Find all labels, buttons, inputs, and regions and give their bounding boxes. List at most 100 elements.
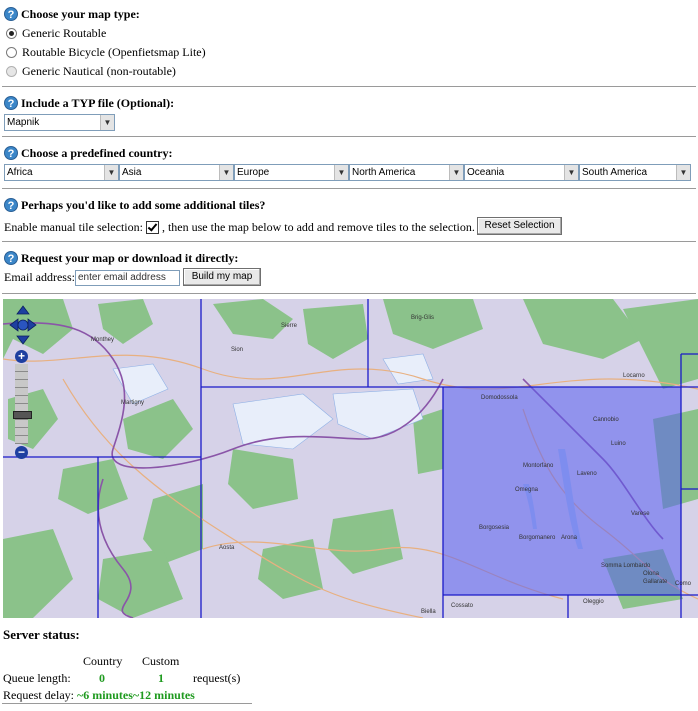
tiles-row: Enable manual tile selection: , then use… <box>4 219 475 235</box>
zoom-slider[interactable] <box>15 364 28 444</box>
chevron-down-icon[interactable]: ▼ <box>449 165 463 180</box>
pan-up-icon[interactable] <box>16 305 30 315</box>
divider <box>2 703 252 704</box>
radio-label: Generic Routable <box>22 25 107 40</box>
chevron-down-icon[interactable]: ▼ <box>219 165 233 180</box>
map-canvas[interactable]: Monthey Sion Sierre Brig-Glis Martigny D… <box>3 299 698 618</box>
radio-generic-nautical: Generic Nautical (non-routable) <box>6 63 176 79</box>
divider <box>2 188 696 189</box>
divider <box>2 241 696 242</box>
zoom-in-button[interactable]: + <box>15 350 28 363</box>
pan-control[interactable] <box>9 305 37 345</box>
country-select-value: Asia <box>122 167 142 178</box>
place-label: Locarno <box>623 373 645 379</box>
place-label: Somma Lombardo <box>601 563 651 569</box>
pan-left-icon[interactable] <box>9 318 19 332</box>
radio-routable-bicycle[interactable]: Routable Bicycle (Openfietsmap Lite) <box>6 44 206 60</box>
radio-label: Generic Nautical (non-routable) <box>22 63 176 78</box>
build-my-map-button[interactable]: Build my map <box>183 268 261 286</box>
help-icon[interactable]: ? <box>4 146 18 160</box>
place-label: Cannobio <box>593 417 619 423</box>
place-label: Olona <box>643 571 660 577</box>
place-label: Domodossola <box>481 395 518 401</box>
divider <box>2 293 696 294</box>
place-label: Sion <box>231 347 243 353</box>
zoom-out-button[interactable]: − <box>15 446 28 459</box>
country-section: ? Choose a predefined country: <box>4 145 172 161</box>
country-select-value: Africa <box>7 167 33 178</box>
radio-label: Routable Bicycle (Openfietsmap Lite) <box>22 44 206 59</box>
help-icon[interactable]: ? <box>4 198 18 212</box>
server-status-title: Server status: <box>3 627 80 642</box>
place-label: Oleggio <box>583 599 604 605</box>
queue-custom-value: 1 <box>158 671 164 685</box>
typ-section: ? Include a TYP file (Optional): <box>4 95 174 111</box>
zoom-slider-handle[interactable] <box>13 411 32 419</box>
reset-selection-button[interactable]: Reset Selection <box>477 217 562 235</box>
radio-button[interactable] <box>6 46 17 58</box>
tiles-suffix: , then use the map below to add and remo… <box>161 219 475 234</box>
place-label: Cossato <box>451 603 474 609</box>
tile-map[interactable]: Monthey Sion Sierre Brig-Glis Martigny D… <box>3 299 698 618</box>
country-select-africa[interactable]: Africa ▼ <box>4 164 119 181</box>
typ-heading: Include a TYP file (Optional): <box>21 95 175 110</box>
place-label: Laveno <box>577 471 597 477</box>
chevron-down-icon[interactable]: ▼ <box>104 165 118 180</box>
email-input[interactable]: enter email address <box>75 270 180 286</box>
queue-country-value: 0 <box>99 671 105 685</box>
help-icon[interactable]: ? <box>4 96 18 110</box>
chevron-down-icon[interactable]: ▼ <box>564 165 578 180</box>
delay-country-value: ~6 minutes <box>76 688 133 702</box>
country-select-north-america[interactable]: North America ▼ <box>349 164 464 181</box>
typ-select-value: Mapnik <box>7 117 40 128</box>
place-label: Borgosesia <box>479 525 510 531</box>
country-select-oceania[interactable]: Oceania ▼ <box>464 164 579 181</box>
tiles-section: ? Perhaps you'd like to add some additio… <box>4 197 265 213</box>
place-label: Luino <box>611 441 626 447</box>
queue-label: Queue length: <box>3 671 71 685</box>
chevron-down-icon[interactable]: ▼ <box>334 165 348 180</box>
help-icon[interactable]: ? <box>4 7 18 21</box>
country-select-value: South America <box>582 167 648 178</box>
place-label: Como <box>675 581 692 587</box>
chevron-down-icon[interactable]: ▼ <box>676 165 690 180</box>
place-label: Borgomanero <box>519 535 556 541</box>
place-label: Arona <box>561 535 578 541</box>
country-select-south-america[interactable]: South America ▼ <box>579 164 691 181</box>
place-label: Monthey <box>91 337 114 343</box>
place-label: Aosta <box>219 545 235 551</box>
place-label: Sierre <box>281 323 298 329</box>
place-label: Brig-Glis <box>411 315 434 321</box>
status-col-custom: Custom <box>142 654 180 668</box>
manual-tile-checkbox[interactable] <box>145 220 159 234</box>
typ-select[interactable]: Mapnik ▼ <box>4 114 115 131</box>
country-select-europe[interactable]: Europe ▼ <box>234 164 349 181</box>
pan-down-icon[interactable] <box>16 335 30 345</box>
map-type-heading: Choose your map type: <box>21 6 140 21</box>
radio-button[interactable] <box>6 27 17 39</box>
country-select-asia[interactable]: Asia ▼ <box>119 164 234 181</box>
help-icon[interactable]: ? <box>4 251 18 265</box>
delay-row: Request delay: ~6 minutes~12 minutes <box>3 688 195 703</box>
radio-generic-routable[interactable]: Generic Routable <box>6 25 106 41</box>
place-label: Biella <box>421 609 436 615</box>
place-label: Omegna <box>515 487 539 493</box>
divider <box>2 86 696 87</box>
place-label: Montorfano <box>523 463 554 469</box>
request-section: ? Request your map or download it direct… <box>4 250 238 266</box>
country-heading: Choose a predefined country: <box>21 145 173 160</box>
pan-right-icon[interactable] <box>27 318 37 332</box>
divider <box>2 136 696 137</box>
place-label: Gallarate <box>643 579 668 585</box>
queue-unit: request(s) <box>193 671 241 685</box>
email-label: Email address: <box>4 270 75 284</box>
delay-custom-value: ~12 minutes <box>132 688 195 702</box>
status-col-country: Country <box>83 654 123 668</box>
chevron-down-icon[interactable]: ▼ <box>100 115 114 130</box>
delay-label: Request delay: <box>3 688 74 702</box>
tiles-prefix: Enable manual tile selection: <box>4 219 143 234</box>
request-heading: Request your map or download it directly… <box>21 250 239 265</box>
country-select-value: Oceania <box>467 167 505 178</box>
country-select-value: North America <box>352 167 416 178</box>
radio-button <box>6 65 17 77</box>
